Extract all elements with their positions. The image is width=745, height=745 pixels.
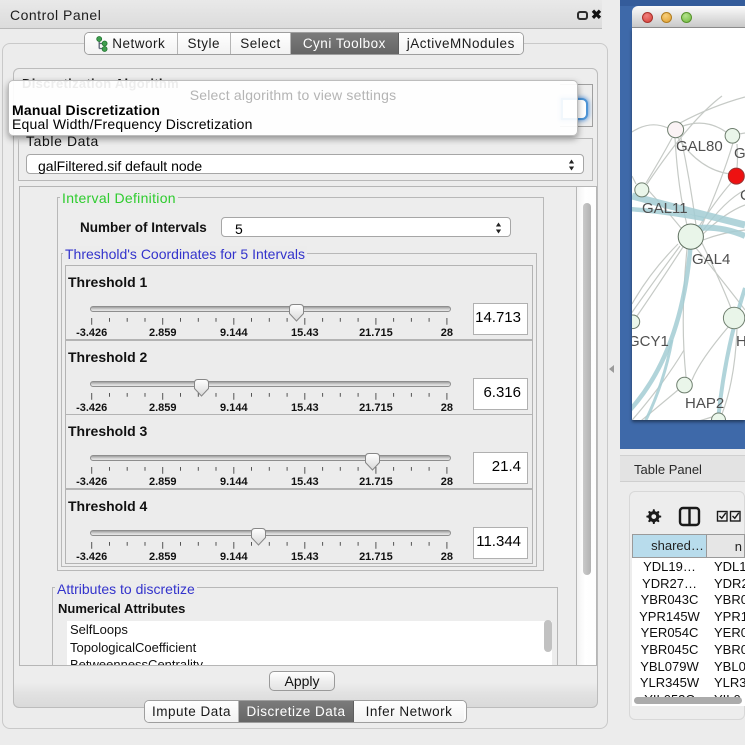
svg-text:GAL4: GAL4 <box>692 251 730 268</box>
svg-text:HAP2: HAP2 <box>685 395 724 412</box>
svg-text:G: G <box>734 145 745 162</box>
svg-text:GAL80: GAL80 <box>676 138 723 155</box>
svg-text:GAL11: GAL11 <box>642 200 688 217</box>
svg-text:GCY1: GCY1 <box>632 333 669 350</box>
svg-text:C: C <box>740 187 745 204</box>
svg-text:H: H <box>736 333 745 350</box>
